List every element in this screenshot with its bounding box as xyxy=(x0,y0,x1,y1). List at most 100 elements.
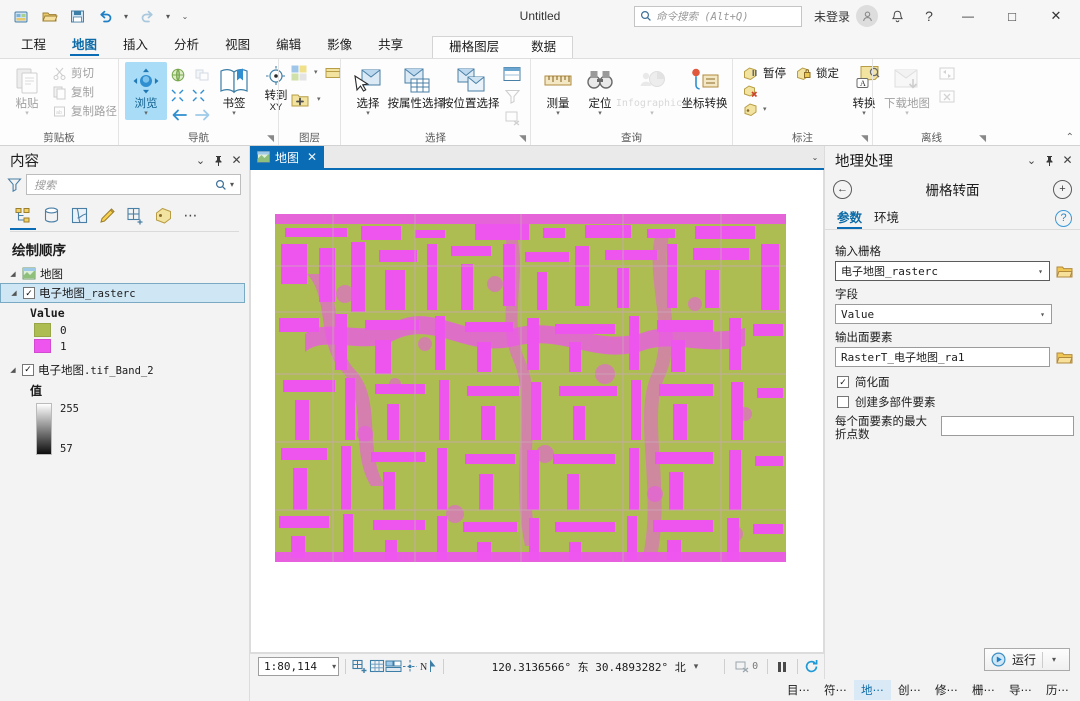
download-map-button[interactable]: 下载地图 ▾ xyxy=(879,62,935,120)
help-icon[interactable]: ? xyxy=(1055,209,1072,227)
locate-dropdown-caret[interactable]: ▾ xyxy=(598,110,602,118)
ribbon-tab-project[interactable]: 工程 xyxy=(8,31,59,58)
field-combo[interactable]: Value ▾ xyxy=(835,304,1052,324)
checkbox-create-multipart[interactable]: 创建多部件要素 xyxy=(837,394,1074,410)
output-features-browse-icon[interactable] xyxy=(1055,348,1074,366)
undo-dropdown-caret[interactable]: ▾ xyxy=(120,4,132,28)
label-style-dropdown-caret[interactable]: ▾ xyxy=(763,106,767,114)
zoom-in-fixed-icon[interactable] xyxy=(167,86,187,104)
previous-extent-icon[interactable] xyxy=(169,106,189,124)
clear-selection-icon[interactable] xyxy=(500,108,524,128)
run-button[interactable]: 运行 ▾ xyxy=(984,648,1070,671)
avatar[interactable] xyxy=(856,5,878,27)
bookmarks-dropdown-caret[interactable]: ▾ xyxy=(232,110,236,118)
sync-offline-icon[interactable] xyxy=(935,64,959,84)
notifications-icon[interactable] xyxy=(884,4,910,28)
select-by-filter-icon[interactable] xyxy=(500,86,524,106)
lock-labels-button[interactable]: 锁定 xyxy=(792,64,843,82)
refresh-icon[interactable] xyxy=(803,657,820,677)
label-style-button[interactable]: ▾ xyxy=(739,101,843,118)
select-button[interactable]: 选择 ▾ xyxy=(347,62,389,120)
input-raster-dropdown-caret[interactable]: ▾ xyxy=(1034,267,1047,276)
dock-tab-geoprocessing[interactable]: 地⋯ xyxy=(854,680,891,700)
ribbon-tab-edit[interactable]: 编辑 xyxy=(263,31,314,58)
more-options-icon[interactable]: ⋯ xyxy=(178,203,204,227)
map-tab[interactable]: 地图 ✕ xyxy=(250,146,325,168)
map-scale-icon[interactable] xyxy=(385,657,402,677)
coordinate-conversion-button[interactable]: 坐标转换 xyxy=(681,62,727,112)
tree-node-layer-raster[interactable]: ◢ ✓ 电子地图_rasterc xyxy=(0,283,245,303)
dock-tab-raster-functions[interactable]: 栅⋯ xyxy=(965,680,1002,700)
selection-dialog-launcher-icon[interactable]: ◥ xyxy=(519,131,526,145)
field-dropdown-caret[interactable]: ▾ xyxy=(1036,310,1049,319)
tree-node-layer-band2[interactable]: ◢ ✓ 电子地图.tif_Band_2 xyxy=(0,360,249,379)
dock-tab-catalog[interactable]: 目⋯ xyxy=(780,680,817,700)
measure-button[interactable]: 测量 ▾ xyxy=(537,62,579,120)
map-scale-combo[interactable]: 1:80,114 ▾ xyxy=(258,657,340,676)
ribbon-tab-map[interactable]: 地图 xyxy=(59,31,110,58)
download-map-dropdown-caret[interactable]: ▾ xyxy=(905,110,909,118)
list-by-editing-icon[interactable] xyxy=(94,203,120,227)
tree-node-map[interactable]: ◢ 地图 xyxy=(0,264,249,283)
fixed-zoom-in-icon[interactable] xyxy=(352,657,369,677)
attribute-table-button[interactable] xyxy=(500,64,524,84)
coordinates-dropdown-caret[interactable]: ▾ xyxy=(694,661,699,672)
list-by-selection-icon[interactable] xyxy=(66,203,92,227)
list-by-drawing-order-icon[interactable] xyxy=(10,203,36,230)
basemap-dropdown-caret[interactable]: ▾ xyxy=(314,69,318,77)
add-icon[interactable]: + xyxy=(1053,179,1072,199)
navigate-dialog-launcher-icon[interactable]: ◥ xyxy=(267,131,274,145)
labeling-dialog-launcher-icon[interactable]: ◥ xyxy=(861,131,868,145)
ribbon-tab-raster-layer[interactable]: 栅格图层 xyxy=(433,33,515,58)
output-features-input[interactable]: RasterT_电子地图_ra1 xyxy=(835,347,1050,367)
basemap-button[interactable] xyxy=(287,62,311,84)
list-by-labeling-icon[interactable] xyxy=(150,203,176,227)
add-data-button[interactable] xyxy=(287,88,313,112)
dock-tab-history[interactable]: 历⋯ xyxy=(1039,680,1076,700)
open-project-icon[interactable] xyxy=(36,4,62,28)
ribbon-tab-imagery[interactable]: 影像 xyxy=(314,31,365,58)
tab-parameters[interactable]: 参数 xyxy=(837,207,863,229)
contents-menu-caret-icon[interactable]: ⌄ xyxy=(192,151,209,169)
layer2-visibility-checkbox[interactable]: ✓ xyxy=(22,363,34,376)
run-dropdown-caret[interactable]: ▾ xyxy=(1049,655,1059,664)
pause-drawing-icon[interactable] xyxy=(774,657,791,677)
locate-button[interactable]: 定位 ▾ xyxy=(579,62,621,120)
offline-dialog-launcher-icon[interactable]: ◥ xyxy=(979,131,986,145)
geoprocessing-close-icon[interactable]: ✕ xyxy=(1059,151,1076,169)
infographics-button[interactable]: Infographics ▾ xyxy=(616,62,688,120)
close-button[interactable]: ✕ xyxy=(1034,1,1078,32)
ribbon-tab-data[interactable]: 数据 xyxy=(515,33,572,58)
filter-icon[interactable] xyxy=(7,177,22,192)
contents-close-icon[interactable]: ✕ xyxy=(228,151,245,169)
maximize-button[interactable]: □ xyxy=(990,1,1034,32)
ribbon-tab-insert[interactable]: 插入 xyxy=(110,31,161,58)
map-scale-dropdown-caret[interactable]: ▾ xyxy=(332,662,336,671)
map-tab-close-icon[interactable]: ✕ xyxy=(304,150,317,164)
select-by-location-button[interactable]: 按位置选择 xyxy=(442,62,500,112)
dock-tab-create-features[interactable]: 创⋯ xyxy=(891,680,928,700)
map-twisty-icon[interactable]: ◢ xyxy=(8,270,18,278)
input-raster-combo[interactable]: 电子地图_rasterc ▾ xyxy=(835,261,1050,281)
contents-search-input[interactable]: 搜索 ▾ xyxy=(26,174,241,195)
redo-icon[interactable] xyxy=(134,4,160,28)
ribbon-tab-view[interactable]: 视图 xyxy=(212,31,263,58)
collapse-ribbon-icon[interactable]: ⌃ xyxy=(1066,132,1074,143)
snapping-icon[interactable] xyxy=(402,657,419,677)
help-icon[interactable]: ? xyxy=(916,4,942,28)
zoom-out-fixed-icon[interactable] xyxy=(188,86,208,104)
select-by-attributes-button[interactable]: 按属性选择 xyxy=(388,62,445,112)
ribbon-tab-share[interactable]: 共享 xyxy=(365,31,416,58)
dock-tab-modify-features[interactable]: 修⋯ xyxy=(928,680,965,700)
redo-dropdown-caret[interactable]: ▾ xyxy=(162,4,174,28)
add-data-dropdown-caret[interactable]: ▾ xyxy=(317,96,321,104)
contents-search-dropdown-caret[interactable]: ▾ xyxy=(227,180,237,189)
undo-icon[interactable] xyxy=(92,4,118,28)
geoprocessing-menu-caret-icon[interactable]: ⌄ xyxy=(1023,151,1040,169)
grid-icon[interactable] xyxy=(369,657,386,677)
remove-labels-button[interactable] xyxy=(739,83,843,100)
map-tabs-overflow-caret[interactable]: ⌄ xyxy=(806,146,824,168)
copy-button[interactable]: 复制 xyxy=(48,83,121,101)
dock-tab-symbology[interactable]: 符⋯ xyxy=(817,680,854,700)
pause-labeling-button[interactable]: 暂停 xyxy=(739,64,790,82)
